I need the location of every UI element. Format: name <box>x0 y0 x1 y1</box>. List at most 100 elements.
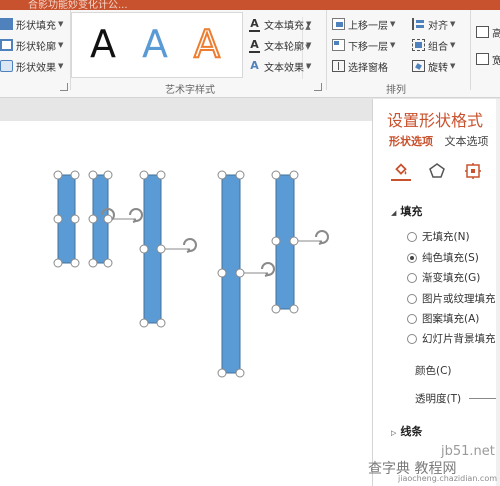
fill-option-label: 图案填充(A) <box>422 313 480 325</box>
chevron-down-icon: ▼ <box>450 62 456 70</box>
shape-height-field[interactable]: 高 <box>476 24 500 40</box>
text-effect-icon: A <box>250 59 259 72</box>
wordart-launcher-icon[interactable] <box>314 83 322 91</box>
fill-line-icon[interactable] <box>391 161 411 181</box>
wordart-style-blue[interactable]: A <box>132 19 178 69</box>
pane-category-row <box>391 157 500 185</box>
shape-width-field[interactable]: 宽 <box>476 51 500 67</box>
bring-forward-icon <box>332 18 345 30</box>
slide-editor <box>0 99 372 486</box>
radio-button[interactable] <box>407 252 417 263</box>
group-button[interactable]: 组合 ▼ <box>412 37 455 53</box>
selection-pane-icon <box>332 60 345 72</box>
title-bar: 合影功能妙变化计公... <box>0 0 500 10</box>
slide-canvas[interactable] <box>0 121 372 486</box>
shape-effect-button[interactable]: 形状效果 ▼ <box>0 58 63 74</box>
shapes-layer <box>53 170 329 378</box>
watermark-text: jb51.net <box>441 444 495 459</box>
chevron-down-icon: ▼ <box>58 41 64 49</box>
width-label: 宽 <box>492 55 500 67</box>
bring-forward-button[interactable]: 上移一层 ▼ <box>332 16 395 32</box>
chevron-down-icon: ▼ <box>450 20 456 28</box>
align-icon <box>412 18 425 30</box>
arrange-group-label: 排列 <box>386 85 406 96</box>
width-icon <box>476 53 489 65</box>
text-effect-button[interactable]: A 文本效果 ▼ <box>248 58 311 74</box>
expand-triangle-icon: ◢ <box>391 209 397 217</box>
pane-scrollbar[interactable] <box>496 99 500 486</box>
wordart-group-label: 艺术字样式 <box>165 85 215 96</box>
size-properties-icon[interactable] <box>463 161 483 181</box>
rotate-button[interactable]: 旋转 ▼ <box>412 58 455 74</box>
fill-option-picture[interactable]: 图片或纹理填充( <box>407 291 500 306</box>
line-section-label: 线条 <box>400 425 423 438</box>
wordart-style-orange-outline[interactable]: A <box>184 19 230 69</box>
height-label: 高 <box>492 28 500 40</box>
chevron-down-icon: ▼ <box>306 20 312 28</box>
ribbon: 形状填充 ▼ 形状轮廓 ▼ 形状效果 ▼ A A A ▲ ▼ ▾ A 文本填充 … <box>0 10 500 98</box>
align-label: 对齐 <box>428 20 448 32</box>
group-separator <box>470 10 471 90</box>
text-fill-button[interactable]: A 文本填充 ▼ <box>248 16 311 32</box>
radio-button[interactable] <box>407 333 417 344</box>
shape-styles-launcher-icon[interactable] <box>60 83 68 91</box>
window-title: 合影功能妙变化计公... <box>28 0 128 10</box>
tab-text-options[interactable]: 文本选项 <box>445 133 489 149</box>
fill-option-none[interactable]: 无填充(N) <box>407 229 470 244</box>
group-separator <box>326 10 327 90</box>
wordart-style-black[interactable]: A <box>80 19 126 69</box>
send-backward-label: 下移一层 <box>348 41 388 53</box>
chevron-down-icon: ▼ <box>390 20 396 28</box>
fill-option-gradient[interactable]: 渐变填充(G) <box>407 270 480 285</box>
chevron-down-icon: ▼ <box>450 41 456 49</box>
transparency-label: 透明度(T) <box>415 393 462 405</box>
group-icon <box>412 39 425 51</box>
text-fill-label: 文本填充 <box>264 20 304 32</box>
radio-button[interactable] <box>407 272 417 283</box>
wordart-gallery: A A A ▲ ▼ ▾ <box>71 12 311 79</box>
radio-button[interactable] <box>407 293 417 304</box>
fill-option-label: 无填充(N) <box>422 231 470 243</box>
format-shape-pane: 设置形状格式 形状选项 文本选项 ◢ 填充 无填充(N) 纯色填充(S) 渐变填充… <box>372 99 500 486</box>
chevron-down-icon: ▼ <box>58 20 64 28</box>
tab-shape-options[interactable]: 形状选项 <box>389 133 433 149</box>
sizing-handles[interactable] <box>53 170 299 378</box>
fill-option-slide-background[interactable]: 幻灯片背景填充( <box>407 331 500 346</box>
fill-option-label: 图片或纹理填充( <box>422 293 500 305</box>
fill-option-pattern[interactable]: 图案填充(A) <box>407 311 479 326</box>
color-label: 颜色(C) <box>415 365 452 377</box>
radio-button[interactable] <box>407 231 417 242</box>
shape-fill-label: 形状填充 <box>16 20 56 32</box>
pane-title: 设置形状格式 <box>387 111 484 130</box>
fill-option-label: 渐变填充(G) <box>422 272 481 284</box>
effects-icon[interactable] <box>427 161 447 181</box>
fill-section-label: 填充 <box>400 205 423 218</box>
align-button[interactable]: 对齐 ▼ <box>412 16 455 32</box>
group-label: 组合 <box>428 41 448 53</box>
fill-option-label: 幻灯片背景填充( <box>422 333 500 345</box>
shape-outline-label: 形状轮廓 <box>16 41 56 53</box>
send-backward-button[interactable]: 下移一层 ▼ <box>332 37 395 53</box>
line-section-header[interactable]: ▷ 线条 <box>391 423 422 439</box>
rotate-icon <box>412 60 425 72</box>
shape-effect-label: 形状效果 <box>16 62 56 74</box>
shape-fill-icon <box>0 18 13 30</box>
bring-forward-label: 上移一层 <box>348 20 388 32</box>
chevron-down-icon: ▼ <box>306 41 312 49</box>
pane-tabs: 形状选项 文本选项 <box>389 133 497 149</box>
shape-fill-button[interactable]: 形状填充 ▼ <box>0 16 63 32</box>
fill-option-solid[interactable]: 纯色填充(S) <box>407 250 479 265</box>
text-outline-icon: A <box>248 39 261 53</box>
selection-pane-button[interactable]: 选择窗格 <box>332 58 388 74</box>
shape-outline-button[interactable]: 形状轮廓 ▼ <box>0 37 63 53</box>
send-backward-icon <box>332 39 345 51</box>
text-outline-label: 文本轮廓 <box>264 41 304 53</box>
text-fill-icon: A <box>248 18 261 32</box>
height-icon <box>476 26 489 38</box>
text-outline-button[interactable]: A 文本轮廓 ▼ <box>248 37 311 53</box>
fill-option-label: 纯色填充(S) <box>422 252 479 264</box>
fill-section-header[interactable]: ◢ 填充 <box>391 203 422 219</box>
radio-button[interactable] <box>407 313 417 324</box>
shape-effect-icon <box>0 60 13 72</box>
chevron-down-icon: ▼ <box>390 41 396 49</box>
